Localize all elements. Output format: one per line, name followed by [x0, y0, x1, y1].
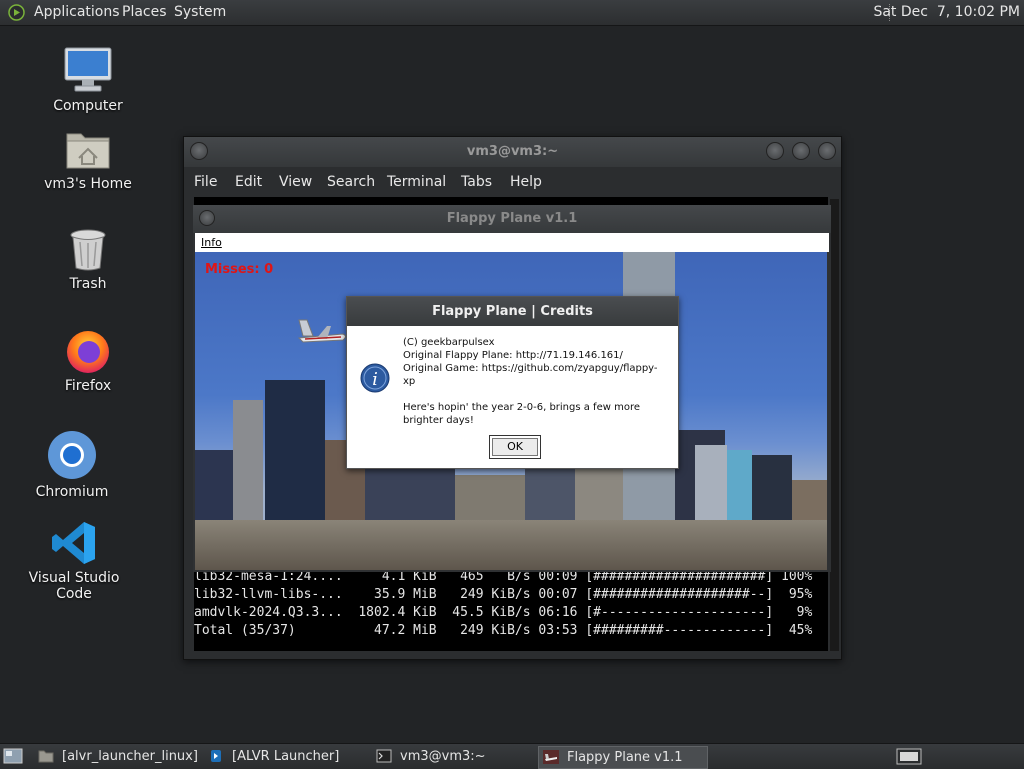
- applications-logo-icon[interactable]: [8, 4, 25, 21]
- menu-system[interactable]: System: [174, 0, 226, 25]
- clock[interactable]: Sat Dec 7, 10:02 PM: [873, 0, 1020, 25]
- credits-line: Here's hopin' the year 2-0-6, brings a f…: [403, 402, 640, 413]
- show-desktop-icon[interactable]: [3, 748, 23, 764]
- taskbar-item-alvr-launcher[interactable]: [ALVR Launcher]: [204, 746, 364, 767]
- credits-dialog: Flappy Plane | Credits i (C) geekbarpuls…: [346, 296, 679, 469]
- taskbar-item-terminal[interactable]: vm3@vm3:~: [372, 746, 532, 767]
- menu-terminal[interactable]: Terminal: [387, 174, 446, 190]
- trash-icon: [70, 229, 106, 271]
- city-base: [195, 520, 827, 570]
- info-icon: i: [360, 363, 390, 393]
- close-button[interactable]: [818, 142, 836, 160]
- menu-info[interactable]: Info: [201, 236, 222, 249]
- desktop-icon-vscode[interactable]: Visual Studio Code: [14, 520, 134, 602]
- taskbar-label: Flappy Plane v1.1: [567, 750, 683, 765]
- alvr-icon: [211, 750, 221, 762]
- bottom-panel: [alvr_launcher_linux] [ALVR Launcher] vm…: [0, 743, 1024, 769]
- menu-applications[interactable]: Applications: [34, 0, 120, 25]
- firefox-icon: [67, 331, 109, 373]
- desktop-icon-label: Firefox: [64, 378, 112, 394]
- terminal-line: amdvlk-2024.Q3.3... 1802.4 KiB 45.5 KiB/…: [194, 605, 813, 620]
- desktop-icon-trash[interactable]: Trash: [28, 228, 148, 292]
- dialog-title: Flappy Plane | Credits: [432, 304, 593, 319]
- chromium-icon: [48, 431, 96, 479]
- credits-line: brighter days!: [403, 415, 474, 426]
- taskbar-item-alvr-launcher-linux[interactable]: [alvr_launcher_linux]: [34, 746, 198, 767]
- terminal-menubar: File Edit View Search Terminal Tabs Help: [184, 167, 841, 197]
- desktop-icon-chromium[interactable]: Chromium: [12, 430, 132, 500]
- terminal-line: lib32-llvm-libs-... 35.9 MiB 249 KiB/s 0…: [194, 587, 813, 602]
- desktop-icon-label: vm3's Home: [44, 176, 132, 192]
- menu-edit[interactable]: Edit: [235, 174, 262, 190]
- flappy-titlebar[interactable]: Flappy Plane v1.1: [193, 205, 831, 233]
- plane-sprite: [297, 319, 346, 343]
- desktop-icon-label: Visual Studio Code: [28, 570, 120, 602]
- terminal-title: vm3@vm3:~: [466, 144, 559, 159]
- credits-line: (C) geekbarpulsex: [403, 337, 495, 348]
- monitor-icon: [64, 47, 112, 92]
- menu-view[interactable]: View: [279, 174, 312, 190]
- desktop-icon-home[interactable]: vm3's Home: [28, 128, 148, 192]
- vscode-icon: [52, 522, 95, 564]
- credits-line: xp: [403, 376, 416, 387]
- menu-search[interactable]: Search: [327, 174, 375, 190]
- taskbar-label: vm3@vm3:~: [400, 749, 486, 764]
- dialog-titlebar[interactable]: Flappy Plane | Credits: [347, 297, 678, 326]
- taskbar-label: [ALVR Launcher]: [232, 749, 340, 764]
- credits-line: Original Game: https://github.com/zyapgu…: [403, 363, 658, 374]
- flappy-title: Flappy Plane v1.1: [446, 211, 578, 226]
- desktop-icon-firefox[interactable]: Firefox: [28, 328, 148, 394]
- desktop-icon-label: Trash: [69, 276, 107, 292]
- desktop-icon-computer[interactable]: Computer: [28, 46, 148, 114]
- desktop-icon-label: Chromium: [35, 484, 109, 500]
- top-panel: Applications Places System Sat Dec 7, 10…: [0, 0, 1024, 26]
- menu-places[interactable]: Places: [122, 0, 167, 25]
- menu-file[interactable]: File: [194, 174, 217, 190]
- ok-button[interactable]: OK: [489, 435, 541, 459]
- terminal-scrollbar[interactable]: [830, 199, 839, 651]
- terminal-icon: [376, 749, 392, 763]
- desktop-icon-label: Computer: [53, 98, 123, 114]
- home-folder-icon: [66, 133, 110, 169]
- taskbar-item-flappy-plane[interactable]: Flappy Plane v1.1: [538, 746, 708, 769]
- credits-line: Original Flappy Plane: http://71.19.146.…: [403, 350, 623, 361]
- flappy-app-icon: [543, 750, 559, 764]
- taskbar-label: [alvr_launcher_linux]: [62, 749, 198, 764]
- svg-text:i: i: [372, 369, 378, 390]
- maximize-button[interactable]: [792, 142, 810, 160]
- terminal-titlebar[interactable]: vm3@vm3:~: [184, 137, 841, 167]
- flappy-menubar: Info: [195, 233, 829, 252]
- menu-tabs[interactable]: Tabs: [461, 174, 492, 190]
- menu-help[interactable]: Help: [510, 174, 542, 190]
- folder-icon: [38, 750, 54, 763]
- minimize-button[interactable]: [766, 142, 784, 160]
- terminal-line: Total (35/37) 47.2 MiB 249 KiB/s 03:53 […: [194, 623, 813, 638]
- misses-counter: Misses: 0: [205, 262, 274, 277]
- workspace-switcher-icon[interactable]: [896, 748, 922, 765]
